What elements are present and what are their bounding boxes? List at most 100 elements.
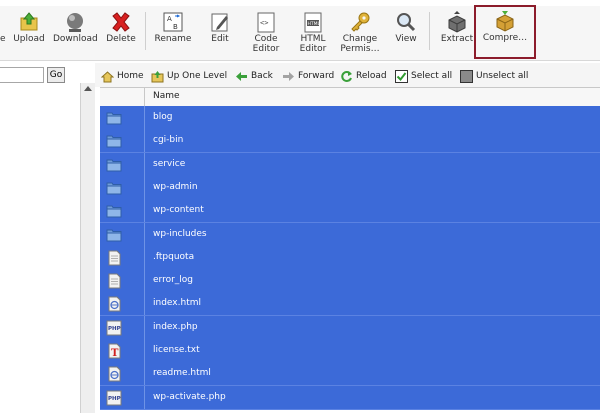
download-icon bbox=[67, 13, 83, 32]
svg-text:PHP: PHP bbox=[108, 326, 121, 332]
table-row[interactable]: service bbox=[100, 152, 600, 177]
folder-icon bbox=[106, 180, 122, 196]
name-column-header[interactable]: Name bbox=[153, 91, 180, 101]
rename-icon: A B bbox=[163, 12, 183, 32]
back-label: Back bbox=[251, 71, 273, 81]
extract-icon bbox=[448, 11, 466, 33]
up-one-level-button[interactable]: Up One Level bbox=[151, 69, 227, 83]
file-manager-toolbar: e Upload Download Delete A B Rename Edit… bbox=[0, 0, 600, 61]
forward-label: Forward bbox=[298, 71, 335, 81]
row-icon-cell bbox=[100, 222, 145, 246]
php-file-icon: PHP bbox=[106, 390, 122, 406]
file-name[interactable]: wp-content bbox=[153, 205, 204, 215]
code-editor-label: Code Editor bbox=[252, 34, 280, 54]
compress-icon bbox=[496, 11, 514, 32]
home-label: Home bbox=[117, 71, 144, 81]
table-row[interactable]: blog bbox=[100, 106, 600, 130]
extract-button[interactable]: Extract bbox=[439, 8, 475, 58]
file-name[interactable]: service bbox=[153, 159, 185, 169]
forward-arrow-icon bbox=[283, 71, 294, 81]
edit-icon bbox=[211, 13, 228, 32]
file-name[interactable]: wp-includes bbox=[153, 229, 207, 239]
view-button[interactable]: View bbox=[391, 8, 421, 58]
file-name[interactable]: index.php bbox=[153, 322, 198, 332]
reload-label: Reload bbox=[356, 71, 387, 81]
svg-text:T: T bbox=[111, 348, 119, 359]
checkbox-checked-icon bbox=[395, 69, 408, 83]
select-all-button[interactable]: Select all bbox=[395, 69, 452, 83]
table-row[interactable]: PHP wp-activate.php bbox=[100, 385, 600, 410]
file-name[interactable]: readme.html bbox=[153, 368, 211, 378]
delete-label: Delete bbox=[106, 34, 136, 44]
back-arrow-icon bbox=[236, 71, 247, 81]
select-all-label: Select all bbox=[411, 71, 453, 81]
folder-icon bbox=[106, 227, 122, 243]
row-icon-cell: T bbox=[100, 339, 145, 362]
file-name[interactable]: error_log bbox=[153, 275, 193, 285]
table-row[interactable]: wp-content bbox=[100, 199, 600, 224]
rename-button[interactable]: A B Rename bbox=[152, 8, 194, 58]
table-row[interactable]: index.html bbox=[100, 292, 600, 317]
toolbar-label: e bbox=[0, 34, 6, 44]
table-row[interactable]: error_log bbox=[100, 269, 600, 294]
html-editor-label: HTML Editor bbox=[299, 34, 327, 54]
change-permissions-label: Change Permis… bbox=[340, 34, 380, 54]
svg-text:B: B bbox=[173, 23, 178, 31]
file-name[interactable]: .ftpquota bbox=[153, 252, 194, 262]
file-name[interactable]: index.html bbox=[153, 298, 201, 308]
unselect-all-label: Unselect all bbox=[476, 71, 529, 81]
reload-button[interactable]: Reload bbox=[340, 69, 387, 83]
compress-button[interactable]: Compre… bbox=[474, 5, 536, 59]
folder-icon bbox=[106, 133, 122, 149]
file-name[interactable]: blog bbox=[153, 112, 172, 122]
magnifier-icon bbox=[397, 13, 416, 32]
file-name[interactable]: license.txt bbox=[153, 345, 200, 355]
edit-button[interactable]: Edit bbox=[203, 8, 237, 58]
file-name[interactable]: wp-admin bbox=[153, 182, 198, 192]
delete-button[interactable]: Delete bbox=[104, 8, 138, 58]
table-row[interactable]: cgi-bin bbox=[100, 129, 600, 154]
up-one-level-label: Up One Level bbox=[167, 71, 228, 81]
vertical-scrollbar[interactable] bbox=[80, 83, 95, 413]
file-list-table: Name blog cgi-bin service wp-admin wp-conten… bbox=[95, 87, 600, 413]
folder-icon bbox=[106, 203, 122, 219]
home-icon bbox=[101, 70, 114, 82]
icon-column-header bbox=[100, 88, 145, 106]
row-icon-cell bbox=[100, 199, 145, 223]
file-name[interactable]: cgi-bin bbox=[153, 135, 183, 145]
back-button[interactable]: Back bbox=[235, 69, 273, 83]
table-row[interactable]: PHP index.php bbox=[100, 315, 600, 340]
table-header: Name bbox=[100, 87, 600, 107]
toolbar-separator bbox=[145, 12, 146, 50]
partial-toolbar-button[interactable]: e bbox=[0, 8, 8, 58]
row-icon-cell bbox=[100, 106, 145, 129]
txt-file-icon: T bbox=[106, 343, 122, 359]
table-row[interactable]: .ftpquota bbox=[100, 245, 600, 270]
table-row[interactable]: wp-admin bbox=[100, 175, 600, 200]
scroll-up-arrow-icon[interactable] bbox=[84, 86, 92, 91]
upload-button[interactable]: Upload bbox=[10, 8, 48, 58]
download-button[interactable]: Download bbox=[53, 8, 98, 58]
folder-icon bbox=[106, 110, 122, 126]
row-icon-cell bbox=[100, 175, 145, 199]
svg-text:HTML: HTML bbox=[308, 21, 321, 27]
file-name[interactable]: wp-activate.php bbox=[153, 392, 226, 402]
code-editor-button[interactable]: <> Code Editor bbox=[245, 8, 287, 58]
directory-path-input[interactable] bbox=[0, 67, 44, 83]
forward-button[interactable]: Forward bbox=[282, 69, 334, 83]
html-editor-button[interactable]: HTML HTML Editor bbox=[293, 8, 333, 58]
table-row[interactable]: wp-includes bbox=[100, 222, 600, 247]
html-file-icon bbox=[106, 296, 122, 312]
table-row[interactable]: Tlicense.txt bbox=[100, 339, 600, 363]
row-icon-cell bbox=[100, 292, 145, 316]
upload-icon bbox=[20, 12, 38, 31]
unselect-all-button[interactable]: Unselect all bbox=[460, 69, 528, 83]
table-row[interactable]: readme.html bbox=[100, 362, 600, 387]
home-button[interactable]: Home bbox=[101, 69, 144, 83]
go-button[interactable]: Go bbox=[47, 67, 65, 83]
svg-text:PHP: PHP bbox=[108, 396, 121, 402]
row-icon-cell: PHP bbox=[100, 385, 145, 409]
download-label: Download bbox=[53, 34, 98, 44]
change-permissions-button[interactable]: Change Permis… bbox=[338, 8, 382, 58]
text-file-icon bbox=[106, 273, 122, 289]
